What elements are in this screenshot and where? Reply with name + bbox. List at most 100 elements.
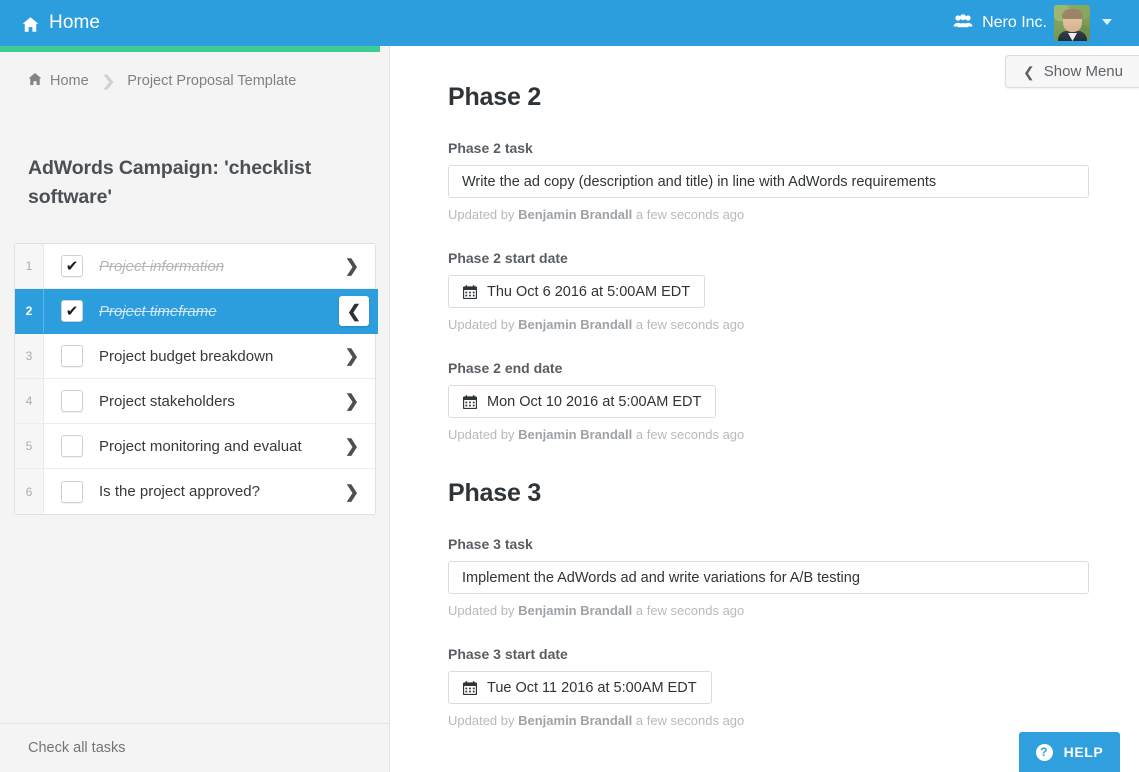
updated-meta: Updated by Benjamin Brandall a few secon… <box>448 317 1089 332</box>
updated-meta: Updated by Benjamin Brandall a few secon… <box>448 207 1089 222</box>
form-field-phase-3-task: Phase 3 task Implement the AdWords ad an… <box>448 536 1089 618</box>
field-label: Phase 3 start date <box>448 646 568 662</box>
breadcrumb-item-current[interactable]: Project Proposal Template <box>127 73 296 89</box>
field-label: Phase 2 end date <box>448 360 563 376</box>
chevron-right-icon[interactable]: ❯ <box>345 438 359 455</box>
updated-suffix: a few seconds ago <box>632 427 745 442</box>
chevron-right-icon[interactable]: ❯ <box>345 393 359 410</box>
chevron-right-icon[interactable]: ❯ <box>345 348 359 365</box>
section-heading-phase-3: Phase 3 <box>448 479 542 507</box>
updated-user: Benjamin Brandall <box>518 713 633 728</box>
date-value: Tue Oct 11 2016 at 5:00AM EDT <box>487 679 697 696</box>
left-sidebar: Home ❯ Project Proposal Template AdWords… <box>0 46 390 772</box>
top-navigation-bar: Home Nero Inc. <box>0 0 1139 46</box>
task-checkbox[interactable] <box>61 480 83 503</box>
breadcrumb-home-label: Home <box>50 73 89 89</box>
task-checkbox[interactable] <box>61 345 83 367</box>
nav-home-label: Home <box>49 12 101 33</box>
task-row[interactable]: 6 Is the project approved? ❯ <box>15 469 375 514</box>
show-menu-label: Show Menu <box>1043 63 1123 80</box>
task-label: Project stakeholders <box>99 392 235 410</box>
show-menu-button[interactable]: ❮ Show Menu <box>1005 55 1139 88</box>
task-number: 5 <box>15 424 44 468</box>
breadcrumb-separator-icon: ❯ <box>100 72 116 90</box>
updated-suffix: a few seconds ago <box>632 713 745 728</box>
task-number: 2 <box>15 289 44 333</box>
task-number: 3 <box>15 334 44 378</box>
question-mark-icon: ? <box>1035 743 1053 761</box>
updated-meta: Updated by Benjamin Brandall a few secon… <box>448 603 1089 618</box>
updated-meta: Updated by Benjamin Brandall a few secon… <box>448 713 1089 728</box>
updated-prefix: Updated by <box>448 713 519 728</box>
phase-3-task-input[interactable]: Implement the AdWords ad and write varia… <box>448 561 1089 594</box>
task-row[interactable]: 5 Project monitoring and evaluat ❯ <box>15 424 375 469</box>
organization-name: Nero Inc. <box>982 14 1047 31</box>
home-icon <box>22 16 39 33</box>
field-label: Phase 3 task <box>448 536 533 552</box>
sidebar-footer: Check all tasks <box>0 723 389 772</box>
date-value: Thu Oct 6 2016 at 5:00AM EDT <box>487 283 691 300</box>
updated-prefix: Updated by <box>448 317 519 332</box>
main-content-pane: Updated by Benjamin Brandall a few secon… <box>391 46 1139 772</box>
updated-user: Benjamin Brandall <box>518 317 633 332</box>
chevron-left-icon: ❮ <box>1023 63 1035 80</box>
task-checkbox[interactable] <box>61 390 83 412</box>
chevron-right-icon[interactable]: ❯ <box>345 483 359 500</box>
phase-3-start-date-input[interactable]: Tue Oct 11 2016 at 5:00AM EDT <box>448 671 712 704</box>
form-field-phase-2-end-date: Phase 2 end date Mon Oct 10 2016 at 5:00… <box>448 360 1089 442</box>
breadcrumb-item-home[interactable]: Home <box>28 72 89 90</box>
task-label: Project timeframe <box>99 302 217 320</box>
updated-suffix: a few seconds ago <box>632 207 745 222</box>
updated-user: Benjamin Brandall <box>518 207 633 222</box>
phase-2-start-date-input[interactable]: Thu Oct 6 2016 at 5:00AM EDT <box>448 275 706 308</box>
phase-2-task-input[interactable]: Write the ad copy (description and title… <box>448 165 1089 198</box>
phase-2-end-date-input[interactable]: Mon Oct 10 2016 at 5:00AM EDT <box>448 385 717 418</box>
page-title: AdWords Campaign: 'checklist software' <box>28 157 312 208</box>
avatar-photo-hair <box>1062 9 1083 19</box>
updated-prefix: Updated by <box>448 603 519 618</box>
checklist-task-list: 1 ✔ Project information ❯ 2 ✔ Project ti… <box>14 243 378 515</box>
task-label: Project information <box>99 257 225 275</box>
calendar-icon <box>462 394 478 409</box>
date-value: Mon Oct 10 2016 at 5:00AM EDT <box>487 393 702 410</box>
task-row[interactable]: 2 ✔ Project timeframe ❮ <box>15 289 378 334</box>
task-row[interactable]: 1 ✔ Project information ❯ <box>15 244 375 289</box>
form-field-phase-2-start-date: Phase 2 start date Thu Oct 6 2016 at 5:0… <box>448 250 1089 332</box>
task-label: Is the project approved? <box>99 483 260 500</box>
updated-user: Benjamin Brandall <box>518 427 633 442</box>
task-row[interactable]: 3 Project budget breakdown ❯ <box>15 334 375 379</box>
task-number: 6 <box>15 469 44 514</box>
help-button[interactable]: ? HELP <box>1019 732 1120 772</box>
calendar-icon <box>462 680 478 695</box>
updated-prefix: Updated by <box>448 427 519 442</box>
checklist-progress-bar <box>0 46 380 52</box>
breadcrumb: Home ❯ Project Proposal Template <box>28 72 296 90</box>
form-field-phase-2-task: Phase 2 task Write the ad copy (descript… <box>448 140 1089 222</box>
chevron-left-icon[interactable]: ❮ <box>339 296 369 326</box>
updated-suffix: a few seconds ago <box>632 317 745 332</box>
help-label: HELP <box>1063 744 1104 760</box>
chevron-down-icon[interactable] <box>1102 19 1112 25</box>
field-label: Phase 2 task <box>448 140 533 156</box>
task-label: Project monitoring and evaluat <box>99 437 302 455</box>
chevron-right-icon[interactable]: ❯ <box>345 258 359 275</box>
updated-user: Benjamin Brandall <box>518 603 633 618</box>
form-field-phase-3-start-date: Phase 3 start date Tue Oct 11 2016 at 5:… <box>448 646 1089 728</box>
task-number: 4 <box>15 379 44 423</box>
field-label: Phase 2 start date <box>448 250 568 266</box>
check-all-tasks-button[interactable]: Check all tasks <box>28 740 126 756</box>
avatar[interactable] <box>1054 5 1090 41</box>
users-group-icon <box>953 13 973 33</box>
task-checkbox[interactable]: ✔ <box>61 300 83 322</box>
task-row[interactable]: 4 Project stakeholders ❯ <box>15 379 375 424</box>
updated-suffix: a few seconds ago <box>632 603 745 618</box>
task-checkbox[interactable] <box>61 435 83 457</box>
updated-meta: Updated by Benjamin Brandall a few secon… <box>448 427 1089 442</box>
task-number: 1 <box>15 244 44 288</box>
organization-switcher[interactable]: Nero Inc. <box>953 0 1047 46</box>
nav-home-link[interactable]: Home <box>22 0 100 46</box>
home-icon <box>28 72 42 90</box>
task-label: Project budget breakdown <box>99 347 274 365</box>
task-checkbox[interactable]: ✔ <box>61 255 83 277</box>
calendar-icon <box>462 284 478 299</box>
